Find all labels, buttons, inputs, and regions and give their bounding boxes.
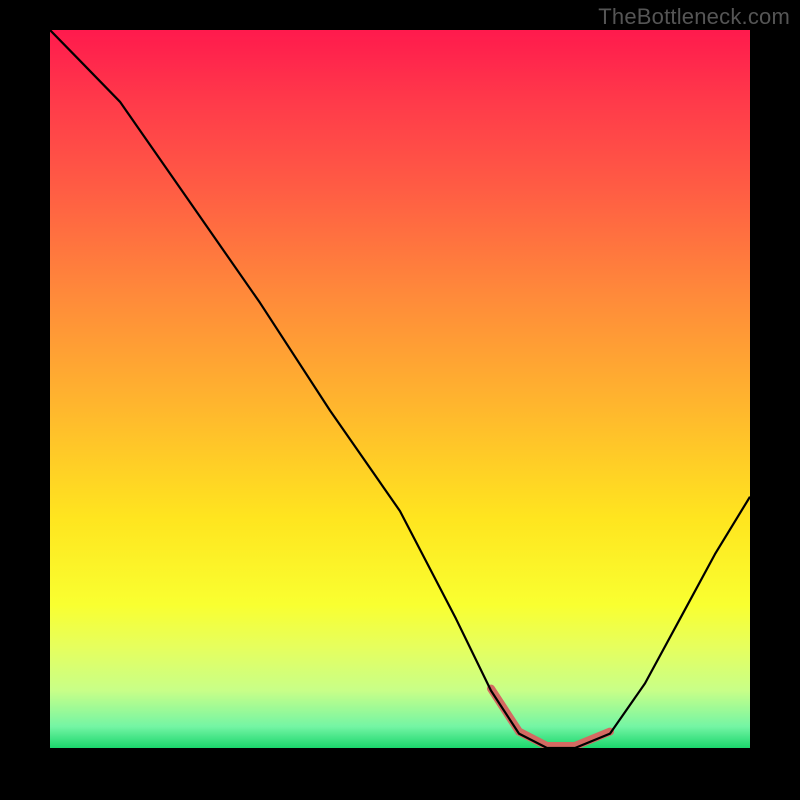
bottleneck-curve	[50, 30, 750, 748]
chart-frame: TheBottleneck.com	[0, 0, 800, 800]
chart-svg	[50, 30, 750, 748]
plot-area	[50, 30, 750, 748]
watermark-text: TheBottleneck.com	[598, 4, 790, 30]
